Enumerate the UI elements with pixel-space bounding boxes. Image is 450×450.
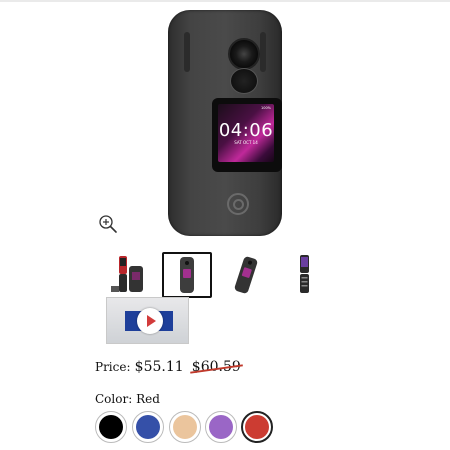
swatch-dot (245, 415, 269, 439)
main-product-image[interactable]: 100% 04:06 SAT OCT 14 (150, 6, 300, 238)
price-row: Price: $55.11 $60.59 (95, 359, 241, 375)
zoom-in-icon[interactable] (98, 214, 118, 234)
color-swatch-tan[interactable] (169, 411, 201, 443)
selected-color: Red (136, 392, 160, 406)
color-swatch-purple[interactable] (205, 411, 237, 443)
color-label: Color: (95, 392, 133, 406)
color-row: Color: Red (95, 392, 160, 406)
swatch-dot (209, 415, 233, 439)
swatch-dot (136, 415, 160, 439)
thumbnail-phone-open[interactable] (280, 252, 330, 298)
hinge-left (184, 32, 190, 72)
original-price: $60.59 (191, 359, 241, 375)
color-swatch-red[interactable] (241, 411, 273, 443)
current-price: $55.11 (134, 359, 184, 375)
screen-time: 04:06 (218, 120, 274, 141)
screen-date: SAT OCT 14 (234, 140, 258, 145)
screen-display: 100% 04:06 SAT OCT 14 (218, 104, 274, 162)
thumbnail-video[interactable] (106, 297, 189, 344)
thumbnail-phone-black-closed[interactable] (162, 252, 212, 298)
screen-battery: 100% (260, 106, 271, 110)
camera-lens (228, 38, 260, 70)
external-screen: 100% 04:06 SAT OCT 14 (212, 98, 282, 172)
play-icon[interactable] (137, 308, 163, 334)
color-swatch-black[interactable] (95, 411, 127, 443)
brand-logo (227, 193, 249, 215)
color-swatch-blue[interactable] (132, 411, 164, 443)
top-divider (0, 0, 450, 2)
hinge-right (260, 32, 266, 72)
thumbnail-phone-red-open[interactable] (105, 252, 155, 298)
phone-body: 100% 04:06 SAT OCT 14 (168, 10, 282, 236)
thumbnail-phone-angled[interactable] (221, 252, 271, 298)
swatch-dot (173, 415, 197, 439)
swatch-dot (99, 415, 123, 439)
price-label: Price: (95, 360, 131, 374)
speaker-button (230, 68, 258, 94)
